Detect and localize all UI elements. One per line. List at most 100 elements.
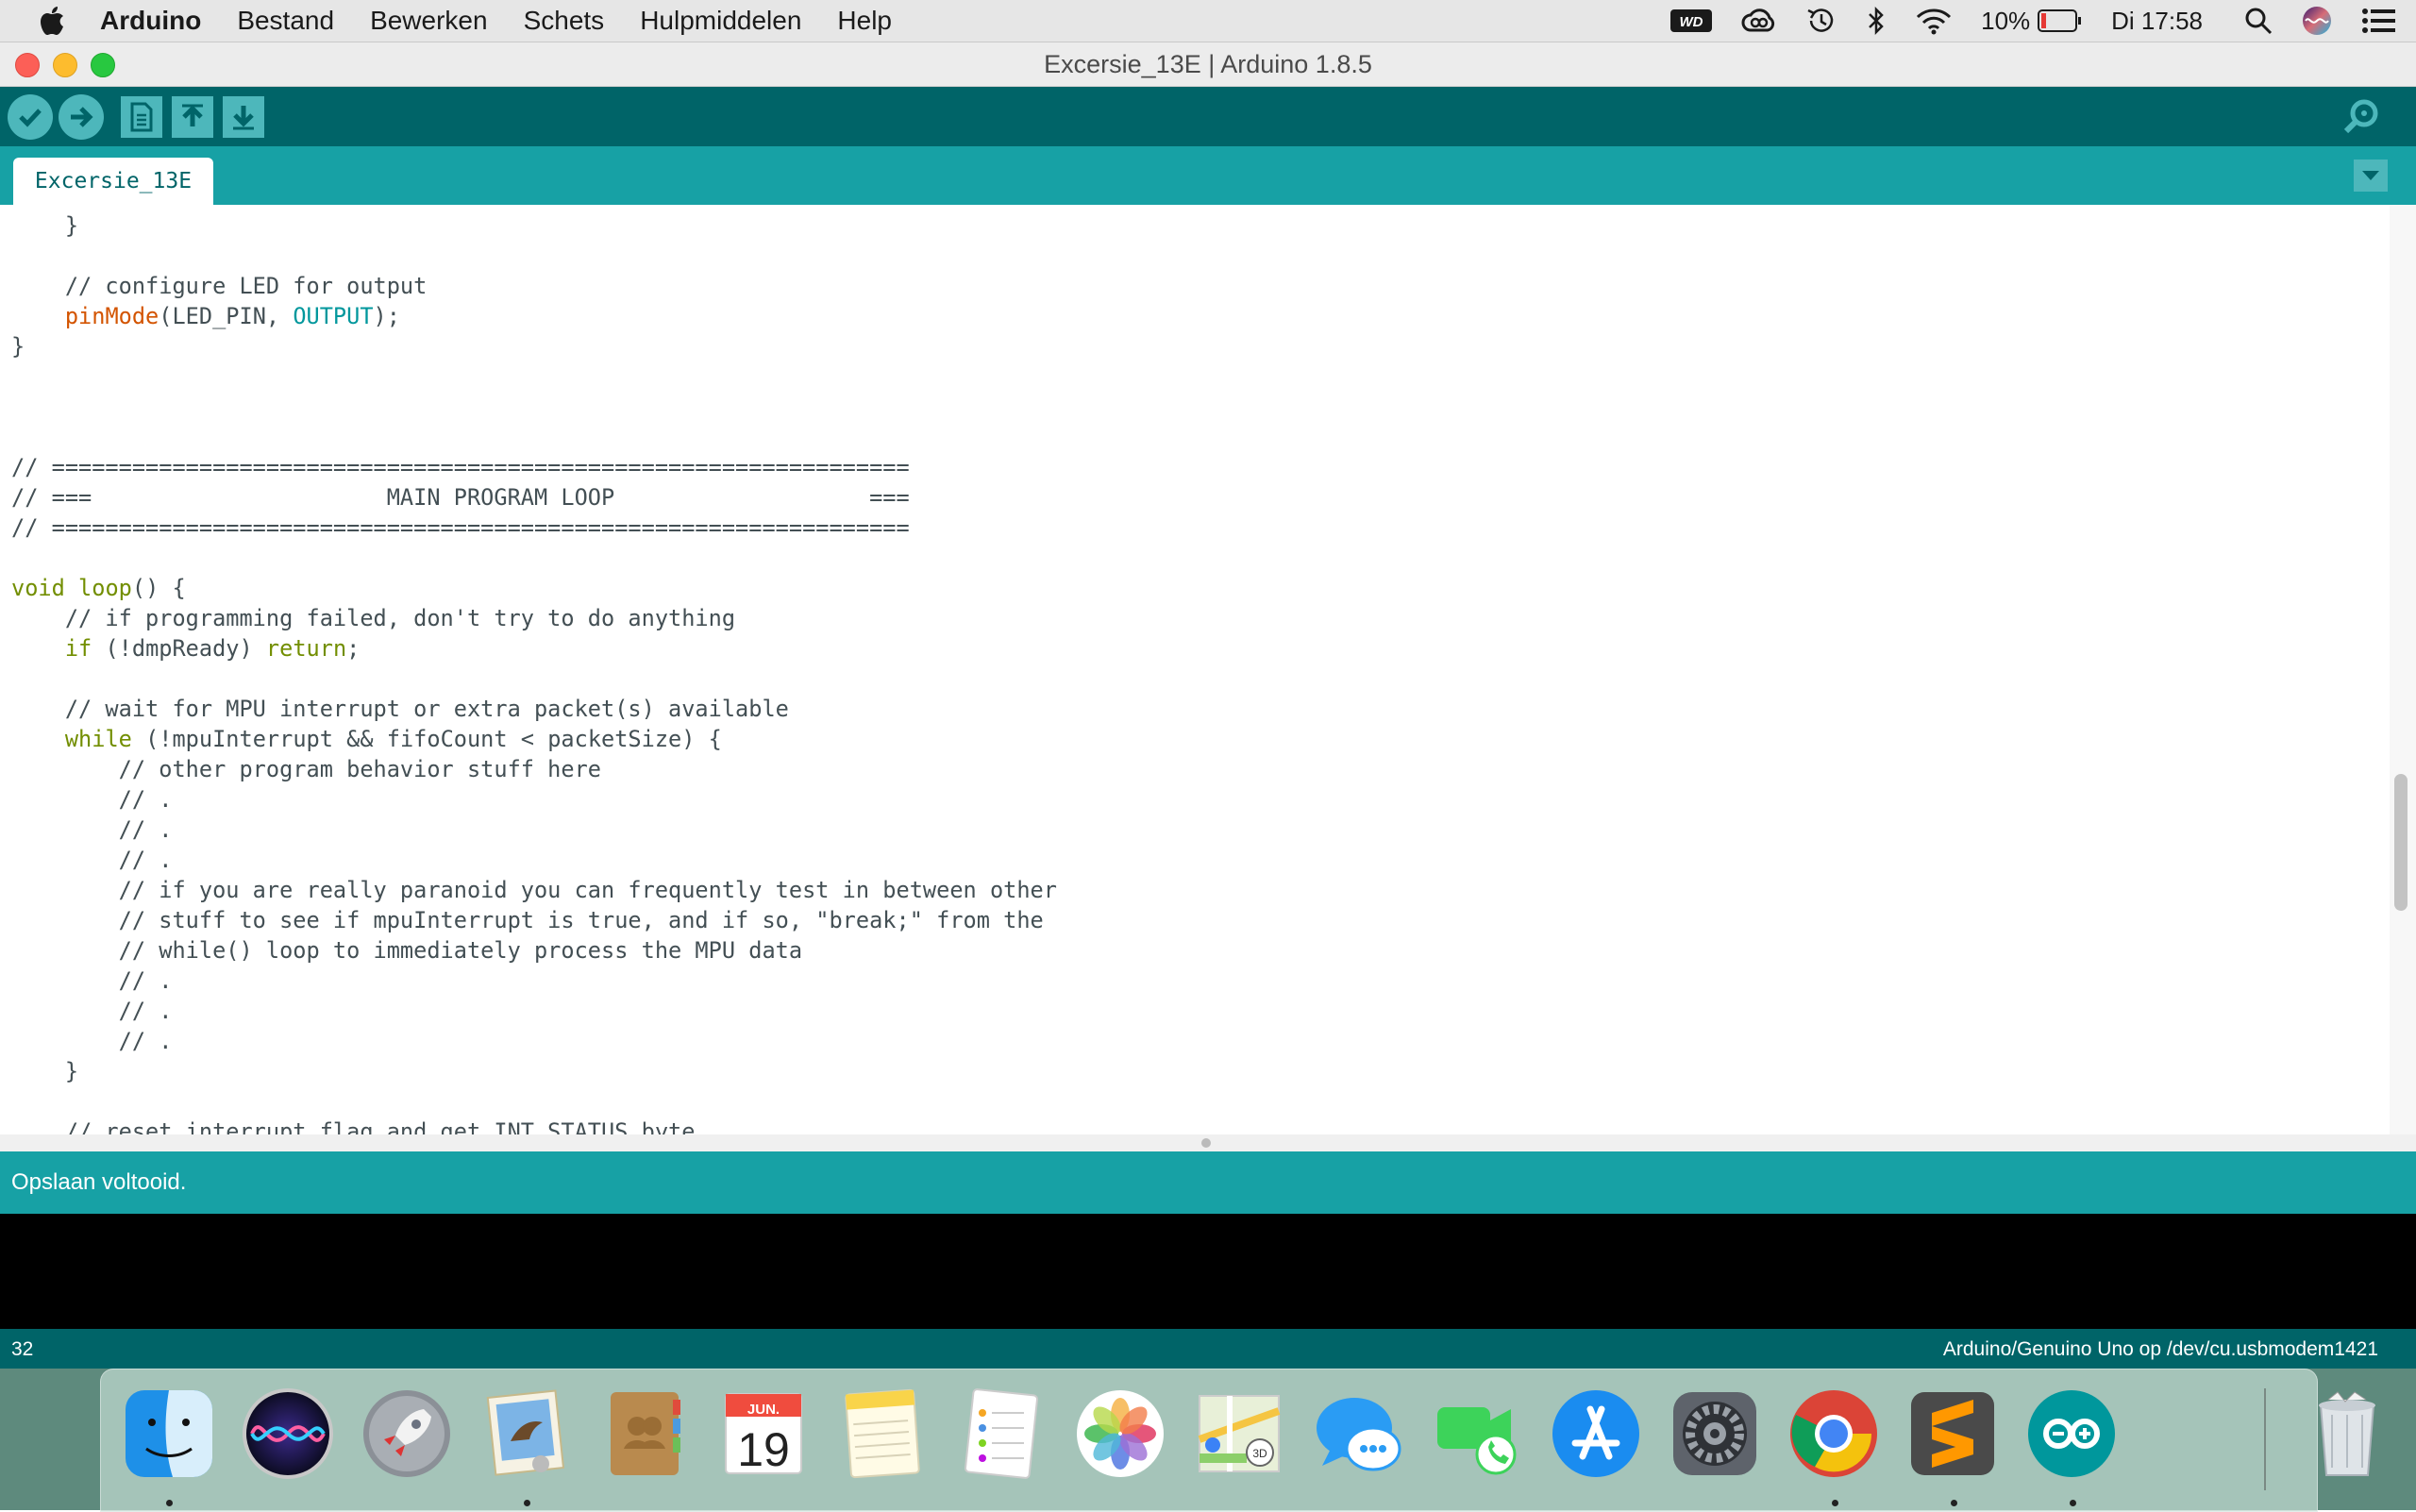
dock-messages-icon[interactable]: [1309, 1385, 1407, 1483]
status-message: Opslaan voltooid.: [11, 1169, 187, 1195]
code-line[interactable]: }: [11, 331, 25, 361]
code-line[interactable]: // .: [11, 1026, 173, 1056]
editor-scrollbar-track[interactable]: [2390, 205, 2416, 1134]
wifi-icon[interactable]: [1915, 7, 1953, 35]
code-token: return: [265, 635, 347, 662]
save-sketch-button[interactable]: [223, 96, 264, 138]
menu-bestand[interactable]: Bestand: [237, 6, 334, 36]
dock-running-indicator: [1832, 1500, 1838, 1506]
toolbar: [0, 87, 2416, 146]
dock-running-indicator: [166, 1500, 173, 1506]
code-line[interactable]: while (!mpuInterrupt && fifoCount < pack…: [11, 724, 722, 754]
menu-app-name[interactable]: Arduino: [100, 6, 201, 36]
battery-icon[interactable]: [2038, 8, 2083, 33]
code-line[interactable]: // configure LED for output: [11, 271, 428, 301]
code-line[interactable]: // reset interrupt flag and get INT_STAT…: [11, 1117, 696, 1134]
code-line[interactable]: // if you are really paranoid you can fr…: [11, 875, 1057, 905]
menu-help[interactable]: Help: [837, 6, 892, 36]
menu-hulpmiddelen[interactable]: Hulpmiddelen: [640, 6, 801, 36]
code-line[interactable]: if (!dmpReady) return;: [11, 633, 361, 664]
dock-calendar-icon[interactable]: JUN. 19: [714, 1385, 813, 1483]
code-line[interactable]: // =====================================…: [11, 452, 910, 482]
dock-running-indicator: [1951, 1500, 1957, 1506]
code-token: pinMode: [64, 303, 159, 329]
notification-center-icon[interactable]: [2361, 8, 2395, 34]
code-line[interactable]: // .: [11, 996, 173, 1026]
dock-contacts-icon[interactable]: [596, 1385, 694, 1483]
tab-sketch[interactable]: Excersie_13E: [13, 158, 213, 205]
dock-siri-icon[interactable]: [239, 1385, 337, 1483]
dock-chrome-icon[interactable]: [1785, 1385, 1883, 1483]
serial-monitor-button[interactable]: [2339, 94, 2384, 140]
divider-handle[interactable]: [1201, 1138, 1211, 1148]
tab-menu-button[interactable]: [2354, 160, 2388, 192]
code-line[interactable]: // .: [11, 845, 173, 875]
dock-app-store-icon[interactable]: [1547, 1385, 1645, 1483]
open-sketch-button[interactable]: [172, 96, 213, 138]
code-line[interactable]: }: [11, 210, 78, 241]
clock[interactable]: Di 17:58: [2111, 7, 2203, 36]
code-line[interactable]: void loop() {: [11, 573, 186, 603]
siri-icon[interactable]: [2301, 5, 2333, 37]
console-output[interactable]: [0, 1214, 2416, 1329]
code-line[interactable]: // if programming failed, don't try to d…: [11, 603, 735, 633]
dock-finder-icon[interactable]: [120, 1385, 218, 1483]
tab-bar: Excersie_13E: [0, 146, 2416, 205]
code-editor[interactable]: } // configure LED for output pinMode(LE…: [0, 205, 2390, 1134]
window-title-bar: Excersie_13E | Arduino 1.8.5: [0, 42, 2416, 87]
editor-scrollbar-thumb[interactable]: [2394, 774, 2408, 911]
code-token: while: [64, 726, 132, 752]
svg-text:3D: 3D: [1252, 1447, 1267, 1460]
dock-photos-icon[interactable]: [1071, 1385, 1169, 1483]
dock-trash-icon[interactable]: [2298, 1385, 2396, 1483]
apple-icon[interactable]: [38, 5, 66, 37]
bluetooth-icon[interactable]: [1866, 6, 1887, 36]
dock-notes-icon[interactable]: [833, 1385, 931, 1483]
new-sketch-button[interactable]: [121, 96, 162, 138]
code-line[interactable]: // =====================================…: [11, 512, 910, 543]
time-machine-icon[interactable]: [1805, 5, 1837, 37]
code-line[interactable]: // .: [11, 815, 173, 845]
code-line[interactable]: pinMode(LED_PIN, OUTPUT);: [11, 301, 400, 331]
dock-launchpad-icon[interactable]: [358, 1385, 456, 1483]
menu-schets[interactable]: Schets: [524, 6, 605, 36]
code-line[interactable]: // while() loop to immediately process t…: [11, 935, 802, 966]
dock-arduino-icon[interactable]: [2022, 1385, 2121, 1483]
code-token: ;: [346, 635, 361, 662]
verify-button[interactable]: [8, 94, 53, 140]
menu-bar: Arduino Bestand Bewerken Schets Hulpmidd…: [0, 0, 2416, 42]
menu-bewerken[interactable]: Bewerken: [370, 6, 488, 36]
dock-separator: [2264, 1388, 2266, 1490]
code-line[interactable]: }: [11, 1056, 78, 1086]
battery-percent[interactable]: 10%: [1981, 7, 2030, 36]
code-line[interactable]: // .: [11, 784, 173, 815]
dock-system-preferences-icon[interactable]: [1666, 1385, 1764, 1483]
spotlight-search-icon[interactable]: [2244, 7, 2273, 35]
code-line[interactable]: // wait for MPU interrupt or extra packe…: [11, 694, 789, 724]
dock-mail-icon[interactable]: [477, 1385, 575, 1483]
wd-drive-icon[interactable]: WD: [1669, 8, 1713, 34]
code-token: );: [373, 303, 400, 329]
footer-bar: 32 Arduino/Genuino Uno op /dev/cu.usbmod…: [0, 1329, 2416, 1369]
code-line[interactable]: // .: [11, 966, 173, 996]
dock-facetime-icon[interactable]: [1428, 1385, 1526, 1483]
dock-sublime-text-icon[interactable]: [1904, 1385, 2002, 1483]
dock: JUN. 19 3D: [100, 1369, 2375, 1512]
code-token: loop: [78, 575, 132, 601]
code-line[interactable]: // other program behavior stuff here: [11, 754, 601, 784]
dock-reminders-icon[interactable]: [952, 1385, 1050, 1483]
status-bar: Opslaan voltooid.: [0, 1151, 2416, 1214]
board-port: Arduino/Genuino Uno op /dev/cu.usbmodem1…: [1942, 1338, 2378, 1360]
new-file-icon: [130, 102, 153, 132]
code-line[interactable]: // stuff to see if mpuInterrupt is true,…: [11, 905, 1044, 935]
magnifier-icon: [2343, 99, 2378, 134]
upload-button[interactable]: [59, 94, 104, 140]
dock-maps-icon[interactable]: 3D: [1190, 1385, 1288, 1483]
code-token: void: [11, 575, 65, 601]
code-line[interactable]: // === MAIN PROGRAM LOOP ===: [11, 482, 910, 512]
creative-cloud-icon[interactable]: [1741, 8, 1777, 34]
line-number: 32: [11, 1338, 34, 1360]
code-token: (LED_PIN,: [159, 303, 294, 329]
